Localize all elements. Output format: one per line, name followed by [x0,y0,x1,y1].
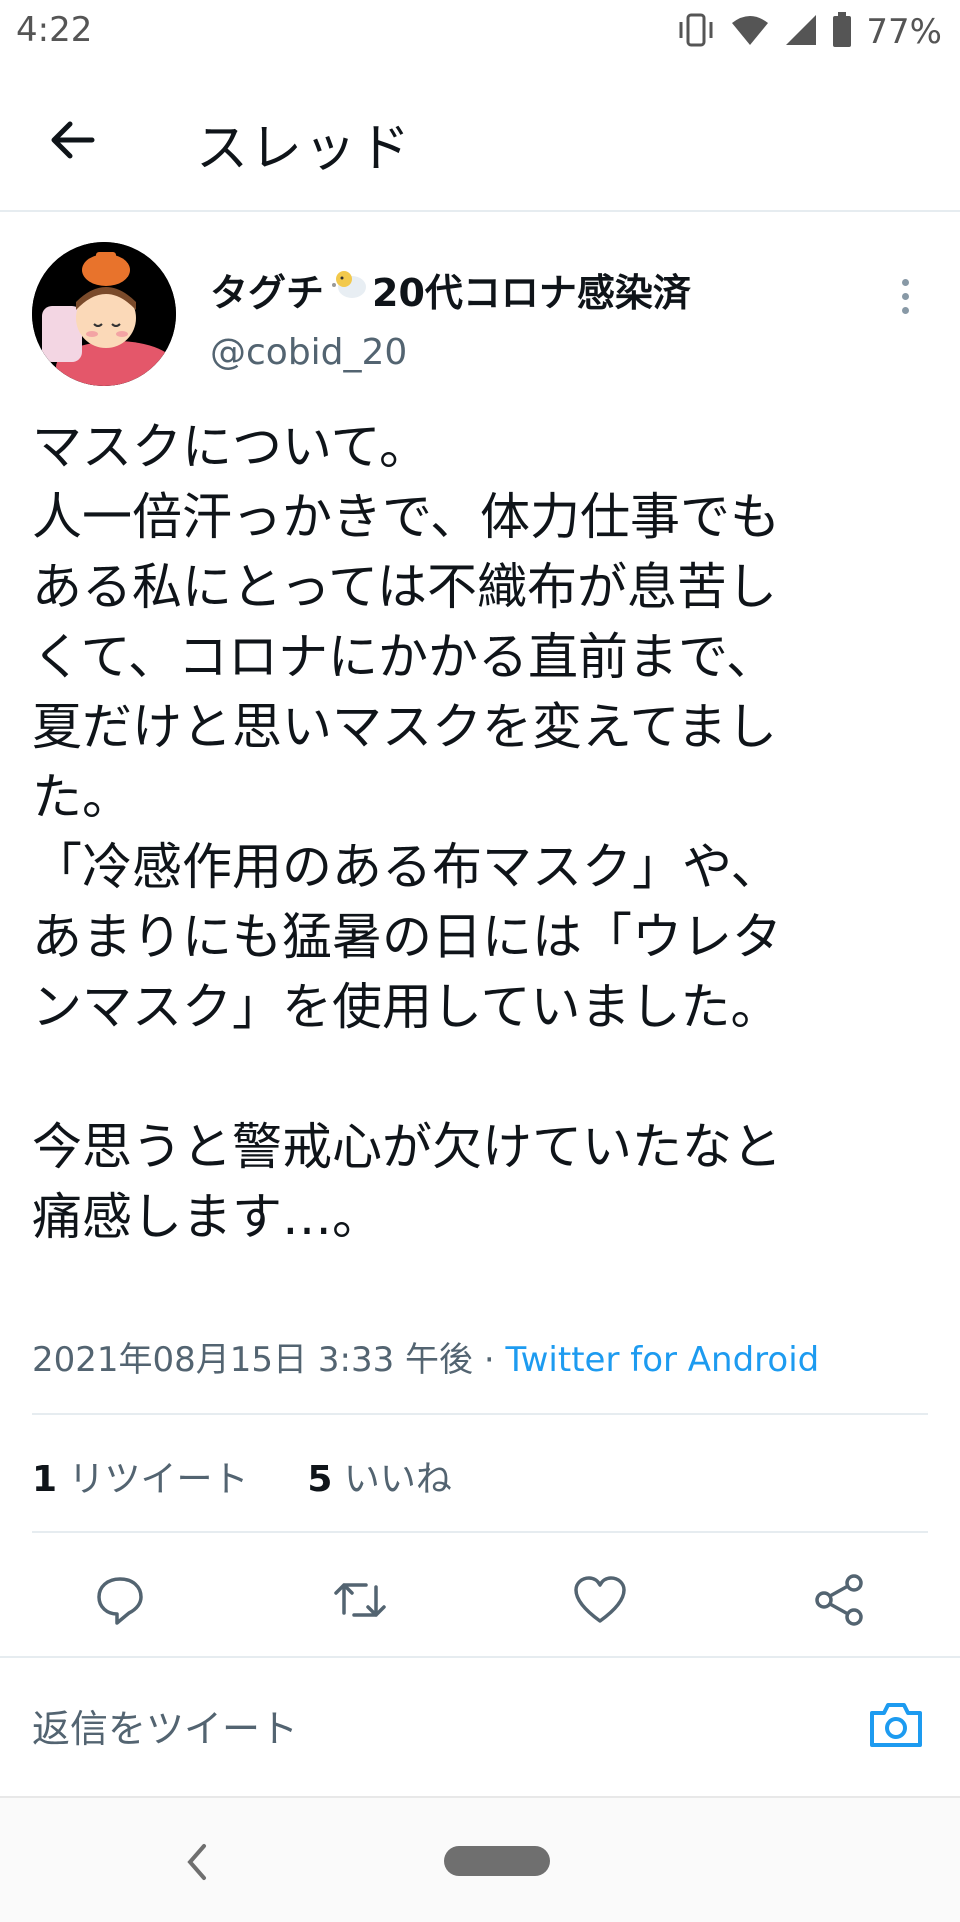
battery-icon [832,12,852,52]
display-name[interactable]: タグチ 20代コロナ感染済 [210,262,691,317]
more-vertical-icon [901,278,909,286]
retweet-count: 1 [32,1459,58,1500]
user-handle[interactable]: @cobid_20 [210,332,407,373]
status-icons: 77% [676,10,942,54]
page-title: スレッド [196,119,413,179]
tweet-text: マスクについて。 人一倍汗っかきで、体力仕事でも ある私にとっては不織布が息苦し… [32,418,782,1246]
app-header: スレッド [0,70,960,212]
back-arrow-icon [51,121,95,159]
like-button[interactable] [560,1555,640,1645]
system-nav-bar [0,1796,960,1922]
tweet-timestamp[interactable]: 2021年08月15日 3:33 午後 [32,1340,473,1380]
reply-composer[interactable]: 返信をツイート [0,1656,960,1778]
like-count: 5 [307,1459,333,1500]
chevron-left-icon [187,1844,206,1880]
tweet-meta: 2021年08月15日 3:33 午後 · Twitter for Androi… [32,1332,819,1381]
reply-icon [97,1577,143,1625]
sheep-emoji-icon [328,267,368,312]
status-time: 4:22 [16,10,93,50]
battery-percent: 77% [866,12,942,52]
avatar[interactable] [32,242,176,386]
retweet-icon [334,1583,386,1617]
signal-icon [784,13,818,51]
share-icon [815,1574,863,1626]
status-bar: 4:22 77% [0,0,960,66]
vibrate-icon [676,13,716,51]
heart-icon [574,1576,626,1623]
retweet-count-link[interactable]: 1 リツイート [32,1459,249,1500]
camera-icon [870,1703,922,1747]
divider [32,1531,928,1533]
more-dot [901,292,909,300]
more-dot [901,306,909,314]
divider [32,1413,928,1415]
retweet-button[interactable] [320,1555,400,1645]
share-button[interactable] [800,1555,880,1645]
display-name-text: タグチ [210,271,325,315]
meta-separator: · [473,1340,506,1380]
wifi-icon [730,13,770,51]
camera-button[interactable] [866,1694,926,1754]
back-button[interactable] [40,108,104,172]
tweet-source[interactable]: Twitter for Android [505,1340,819,1380]
like-count-link[interactable]: 5 いいね [307,1459,452,1500]
retweet-label: リツイート [57,1459,249,1500]
nav-back-button[interactable] [176,1832,216,1892]
more-button[interactable] [888,266,922,326]
reply-button[interactable] [80,1555,160,1645]
reply-input[interactable]: 返信をツイート [32,1698,298,1753]
engagement-counts: 1 リツイート 5 いいね [32,1450,452,1502]
tweet-actions [0,1555,960,1655]
nav-home-pill[interactable] [444,1846,550,1876]
like-label: いいね [332,1459,452,1500]
display-name-suffix: 20代コロナ感染済 [372,271,691,315]
